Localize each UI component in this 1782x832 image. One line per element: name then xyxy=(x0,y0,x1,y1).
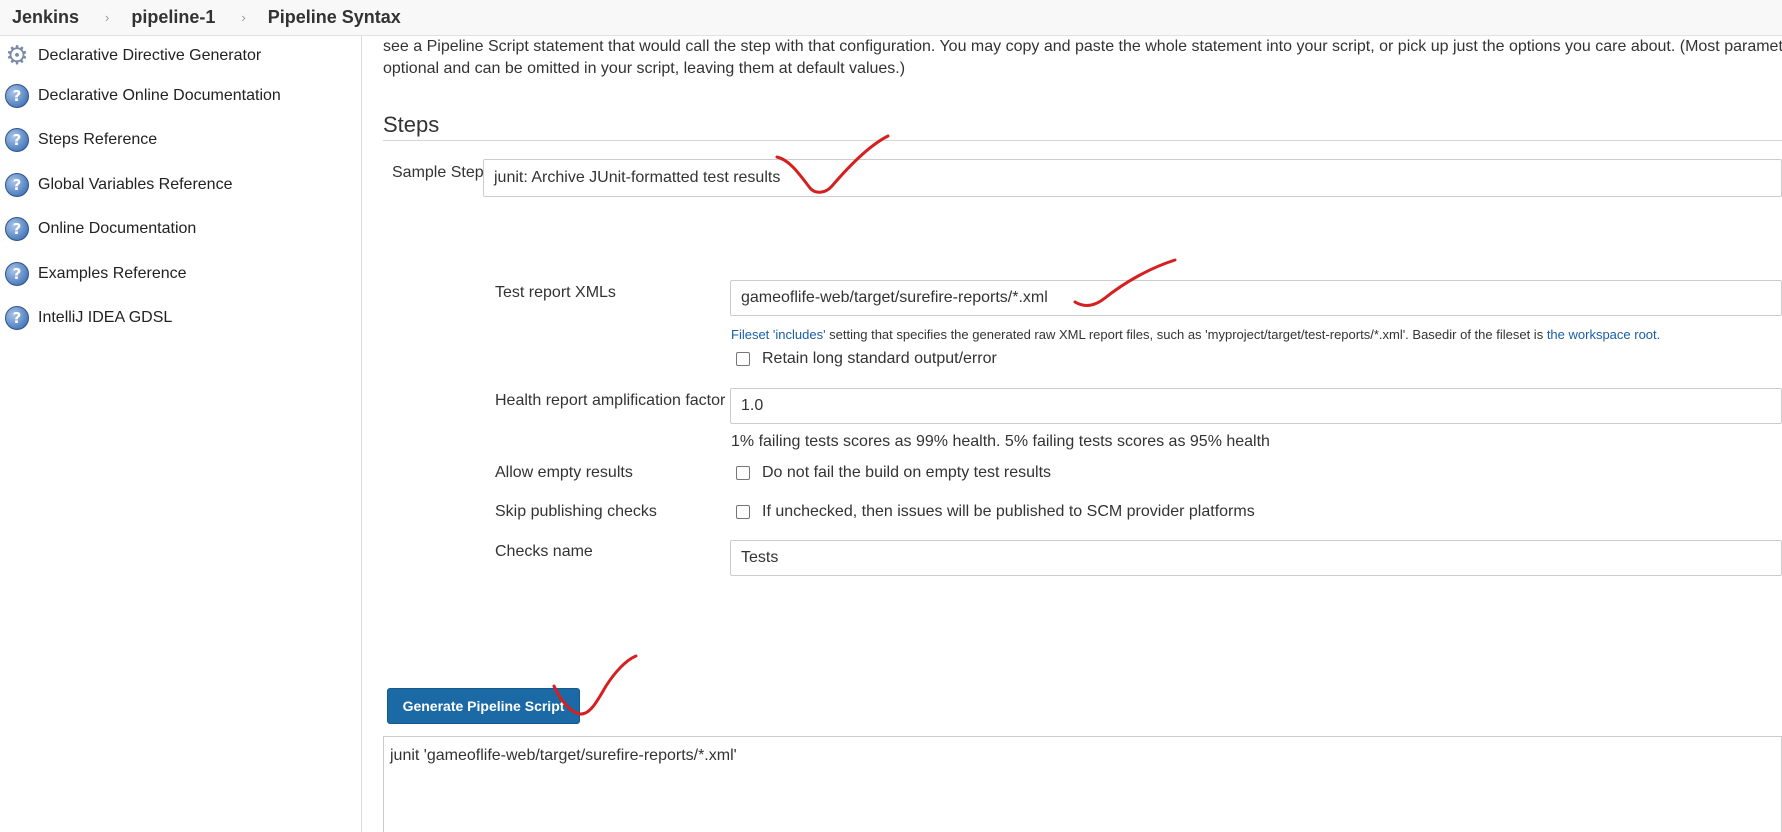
workspace-root-link[interactable]: the workspace root. xyxy=(1547,327,1660,342)
main-content: see a Pipeline Script statement that wou… xyxy=(383,36,1782,832)
test-report-value: gameoflife-web/target/surefire-reports/*… xyxy=(741,289,1048,306)
test-report-input[interactable]: gameoflife-web/target/surefire-reports/*… xyxy=(730,280,1782,316)
checks-name-label: Checks name xyxy=(495,543,593,560)
test-report-help-text: setting that specifies the generated raw… xyxy=(825,327,1547,342)
breadcrumb-separator-icon: › xyxy=(241,10,246,25)
intro-line: see a Pipeline Script statement that wou… xyxy=(383,38,1782,55)
test-report-label: Test report XMLs xyxy=(495,284,616,301)
health-factor-note: 1% failing tests scores as 99% health. 5… xyxy=(731,433,1270,450)
health-factor-label: Health report amplification factor xyxy=(495,392,726,409)
retain-output-checkbox[interactable] xyxy=(736,352,750,366)
help-icon: ? xyxy=(4,305,30,331)
script-output-text: junit 'gameoflife-web/target/surefire-re… xyxy=(390,747,737,764)
sidebar-item-online-documentation[interactable]: ? Online Documentation xyxy=(0,209,196,249)
sidebar-item-label: Steps Reference xyxy=(38,131,158,148)
breadcrumb-jenkins[interactable]: Jenkins xyxy=(12,7,79,28)
sidebar-item-global-variables-reference[interactable]: ? Global Variables Reference xyxy=(0,165,232,205)
help-icon: ? xyxy=(4,216,30,242)
sample-step-value: junit: Archive JUnit-formatted test resu… xyxy=(494,169,781,186)
script-output-textarea[interactable]: junit 'gameoflife-web/target/surefire-re… xyxy=(383,736,1782,832)
help-icon: ? xyxy=(4,261,30,287)
sidebar-item-label: Online Documentation xyxy=(38,220,197,237)
checks-name-value: Tests xyxy=(741,549,779,566)
help-icon: ? xyxy=(4,83,30,109)
sidebar-item-label: Examples Reference xyxy=(38,265,187,282)
intro-text: see a Pipeline Script statement that wou… xyxy=(383,36,1782,80)
test-report-help: Fileset 'includes' setting that specifie… xyxy=(731,327,1660,342)
sidebar: ⚙ Declarative Directive Generator ? Decl… xyxy=(0,36,362,832)
health-factor-value: 1.0 xyxy=(741,397,764,414)
sidebar-item-label: IntelliJ IDEA GDSL xyxy=(38,309,173,326)
fileset-includes-link[interactable]: Fileset 'includes' xyxy=(731,327,826,342)
checks-name-input[interactable]: Tests xyxy=(730,540,1782,576)
sidebar-item-declarative-directive-generator[interactable]: ⚙ Declarative Directive Generator xyxy=(0,36,261,76)
skip-checks-row: If unchecked, then issues will be publis… xyxy=(736,503,1255,521)
breadcrumb: Jenkins › pipeline-1 › Pipeline Syntax xyxy=(0,0,1782,36)
sidebar-item-label: Global Variables Reference xyxy=(38,176,233,193)
allow-empty-label: Allow empty results xyxy=(495,464,633,481)
generate-pipeline-script-button[interactable]: Generate Pipeline Script xyxy=(387,688,580,724)
skip-checks-label: Skip publishing checks xyxy=(495,503,657,520)
allow-empty-checkbox-label: Do not fail the build on empty test resu… xyxy=(762,464,1052,481)
sidebar-item-label: Declarative Directive Generator xyxy=(38,47,262,64)
sample-step-label: Sample Step xyxy=(392,164,484,181)
breadcrumb-separator-icon: › xyxy=(105,10,110,25)
sidebar-item-steps-reference[interactable]: ? Steps Reference xyxy=(0,120,157,160)
section-divider xyxy=(383,140,1782,141)
allow-empty-checkbox[interactable] xyxy=(736,466,750,480)
breadcrumb-pipeline[interactable]: pipeline-1 xyxy=(131,7,215,28)
retain-output-row: Retain long standard output/error xyxy=(736,350,997,368)
intro-line: optional and can be omitted in your scri… xyxy=(383,60,906,77)
retain-output-label: Retain long standard output/error xyxy=(762,350,997,367)
sample-step-select[interactable]: junit: Archive JUnit-formatted test resu… xyxy=(483,159,1782,197)
sidebar-item-intellij-idea-gdsl[interactable]: ? IntelliJ IDEA GDSL xyxy=(0,298,172,338)
gear-icon: ⚙ xyxy=(5,41,29,71)
help-icon: ? xyxy=(4,127,30,153)
skip-checks-checkbox[interactable] xyxy=(736,505,750,519)
sidebar-item-declarative-online-documentation[interactable]: ? Declarative Online Documentation xyxy=(0,76,281,116)
sidebar-item-label: Declarative Online Documentation xyxy=(38,87,281,104)
skip-checks-checkbox-label: If unchecked, then issues will be publis… xyxy=(762,503,1255,520)
allow-empty-row: Do not fail the build on empty test resu… xyxy=(736,464,1051,482)
health-factor-input[interactable]: 1.0 xyxy=(730,388,1782,424)
section-title-steps: Steps xyxy=(383,112,440,137)
sidebar-item-examples-reference[interactable]: ? Examples Reference xyxy=(0,254,187,294)
help-icon: ? xyxy=(4,172,30,198)
breadcrumb-pipeline-syntax[interactable]: Pipeline Syntax xyxy=(268,7,401,28)
